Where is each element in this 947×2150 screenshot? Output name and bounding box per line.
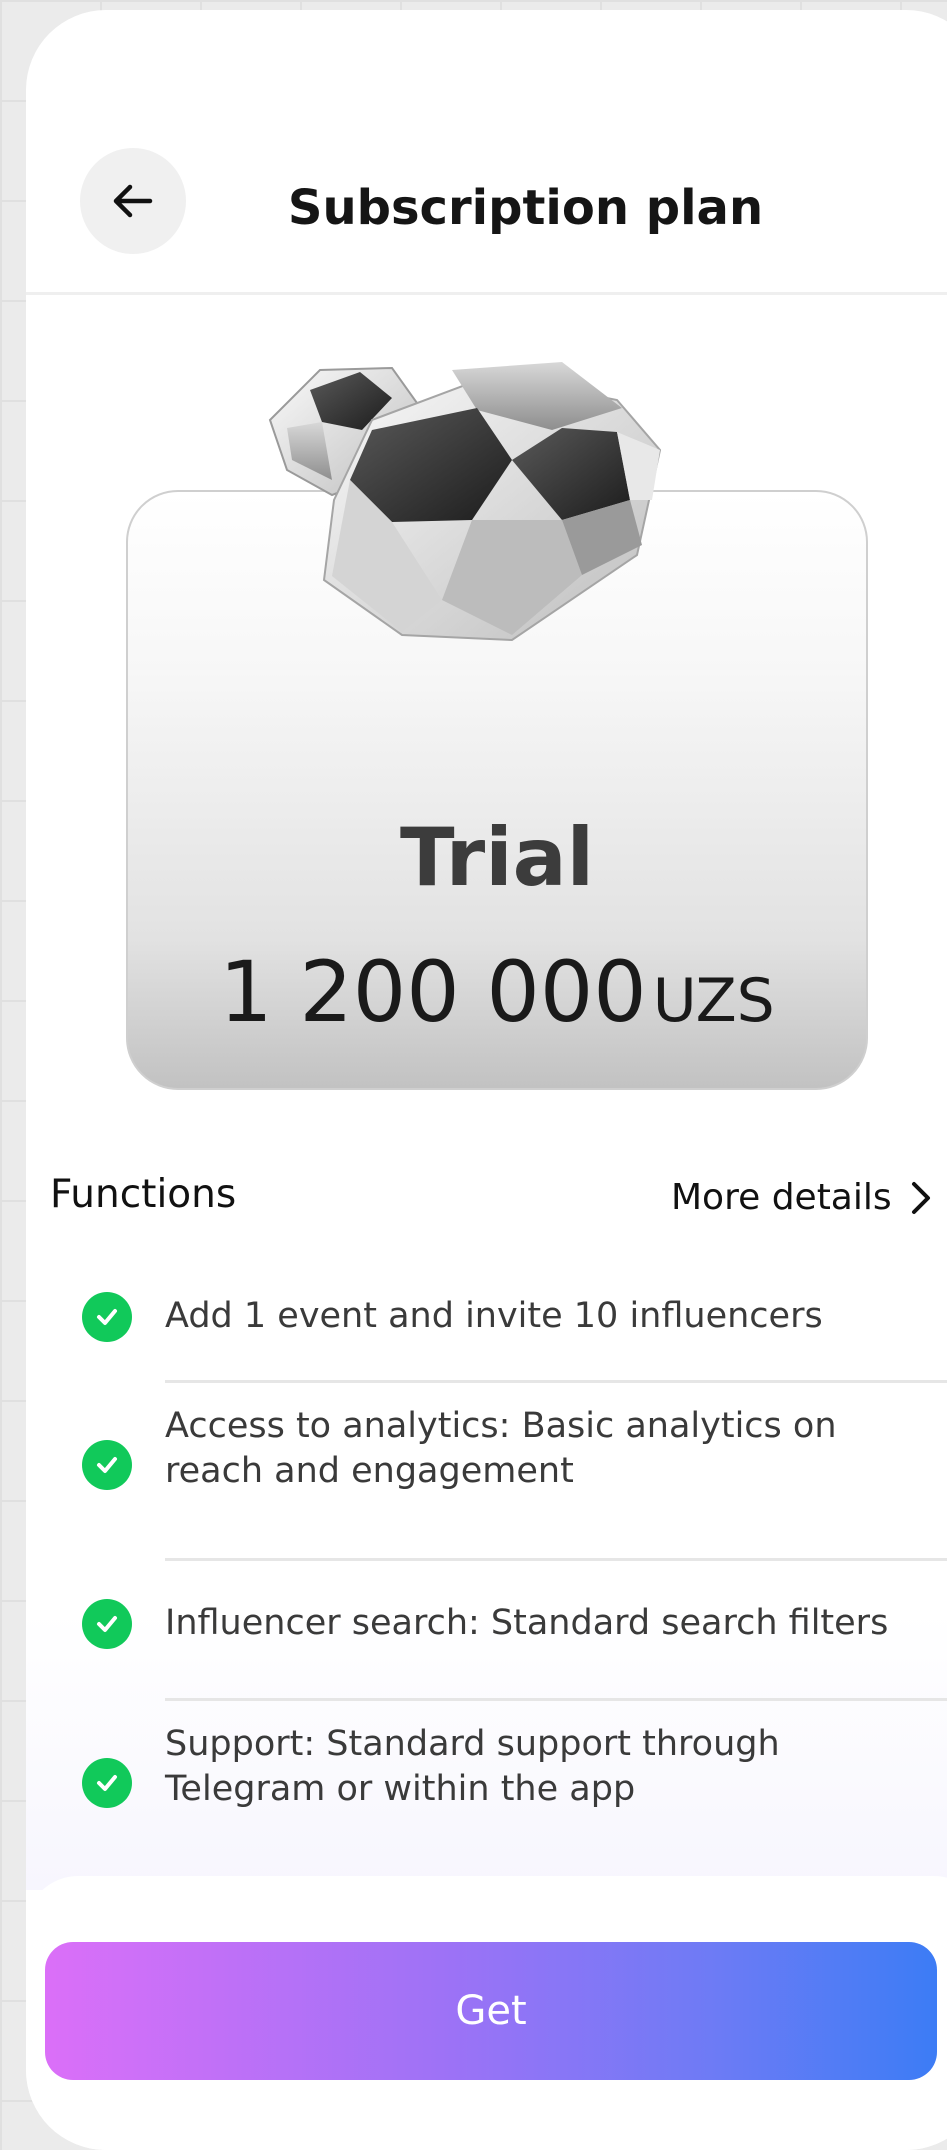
check-circle-icon xyxy=(82,1758,132,1808)
chevron-right-icon xyxy=(910,1180,932,1216)
check-circle-icon xyxy=(82,1292,132,1342)
divider xyxy=(165,1380,947,1383)
header: Subscription plan xyxy=(26,10,947,295)
functions-title: Functions xyxy=(50,1172,237,1217)
diamond-gem-icon xyxy=(268,362,662,642)
check-circle-icon xyxy=(82,1440,132,1490)
divider xyxy=(165,1558,947,1561)
feature-text: Influencer search: Standard search filte… xyxy=(165,1603,889,1643)
check-circle-icon xyxy=(82,1599,132,1649)
arrow-left-icon xyxy=(113,184,153,218)
get-button[interactable]: Get xyxy=(45,1942,937,2080)
plan-name: Trial xyxy=(399,811,595,904)
back-button[interactable] xyxy=(80,148,186,254)
feature-list: Add 1 event and invite 10 influencers Ac… xyxy=(26,1270,947,1890)
feature-text: Support: Standard support through Telegr… xyxy=(165,1724,780,1809)
feature-text: Add 1 event and invite 10 influencers xyxy=(165,1296,823,1336)
more-details-link[interactable]: More details xyxy=(671,1176,932,1220)
divider xyxy=(165,1698,947,1701)
price-amount: 1 200 000 xyxy=(219,943,647,1041)
subscription-screen: Subscription plan Trial 1 200 000 UZS Fu… xyxy=(26,10,947,2150)
plan-price: 1 200 000 UZS xyxy=(126,950,868,1034)
get-button-label: Get xyxy=(455,1988,527,2034)
more-details-label: More details xyxy=(671,1177,892,1218)
price-currency: UZS xyxy=(652,966,775,1036)
feature-text: Access to analytics: Basic analytics on … xyxy=(165,1406,837,1491)
